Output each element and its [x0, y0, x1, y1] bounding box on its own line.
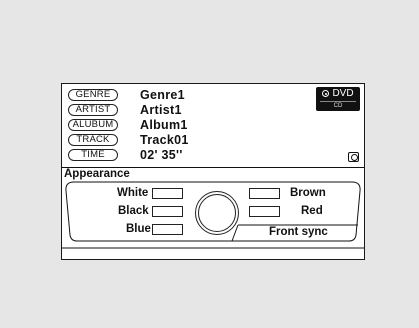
- color-swatch-black[interactable]: [152, 206, 183, 217]
- artist-tag[interactable]: ARTIST: [68, 104, 118, 116]
- color-label-red: Red: [301, 205, 323, 217]
- color-swatch-blue[interactable]: [152, 224, 183, 235]
- color-label-brown: Brown: [290, 187, 326, 199]
- source-secondary-label: CD: [320, 101, 356, 110]
- source-primary: DVD: [316, 88, 360, 100]
- appearance-header: Appearance: [62, 167, 364, 181]
- color-swatch-brown[interactable]: [249, 188, 280, 199]
- color-label-white: White: [117, 187, 149, 199]
- track-value: Track01: [140, 133, 189, 147]
- color-swatch-white[interactable]: [152, 188, 183, 199]
- source-indicator[interactable]: DVD CD: [316, 87, 360, 111]
- color-label-blue: Blue: [126, 223, 151, 235]
- color-swatch-red[interactable]: [249, 206, 280, 217]
- source-primary-label: DVD: [332, 88, 354, 99]
- front-sync-button[interactable]: Front sync: [269, 226, 328, 239]
- artist-value: Artist1: [140, 103, 182, 117]
- genre-value: Genre1: [140, 88, 185, 102]
- radio-selected-icon: [322, 90, 330, 97]
- audio-display-screen: GENRE Genre1 ARTIST Artist1 ALUBUM Album…: [61, 83, 365, 260]
- time-value: 02' 35'': [140, 148, 183, 162]
- disc-icon: [348, 152, 359, 162]
- appearance-title: Appearance: [64, 168, 130, 180]
- genre-tag[interactable]: GENRE: [68, 89, 118, 101]
- time-tag[interactable]: TIME: [68, 149, 118, 161]
- album-tag[interactable]: ALUBUM: [68, 119, 118, 131]
- dial-knob-icon[interactable]: [195, 191, 239, 235]
- album-value: Album1: [140, 118, 188, 132]
- track-tag[interactable]: TRACK: [68, 134, 118, 146]
- appearance-panel: White Black Blue Brown Red Front sync: [62, 181, 364, 251]
- color-label-black: Black: [118, 205, 149, 217]
